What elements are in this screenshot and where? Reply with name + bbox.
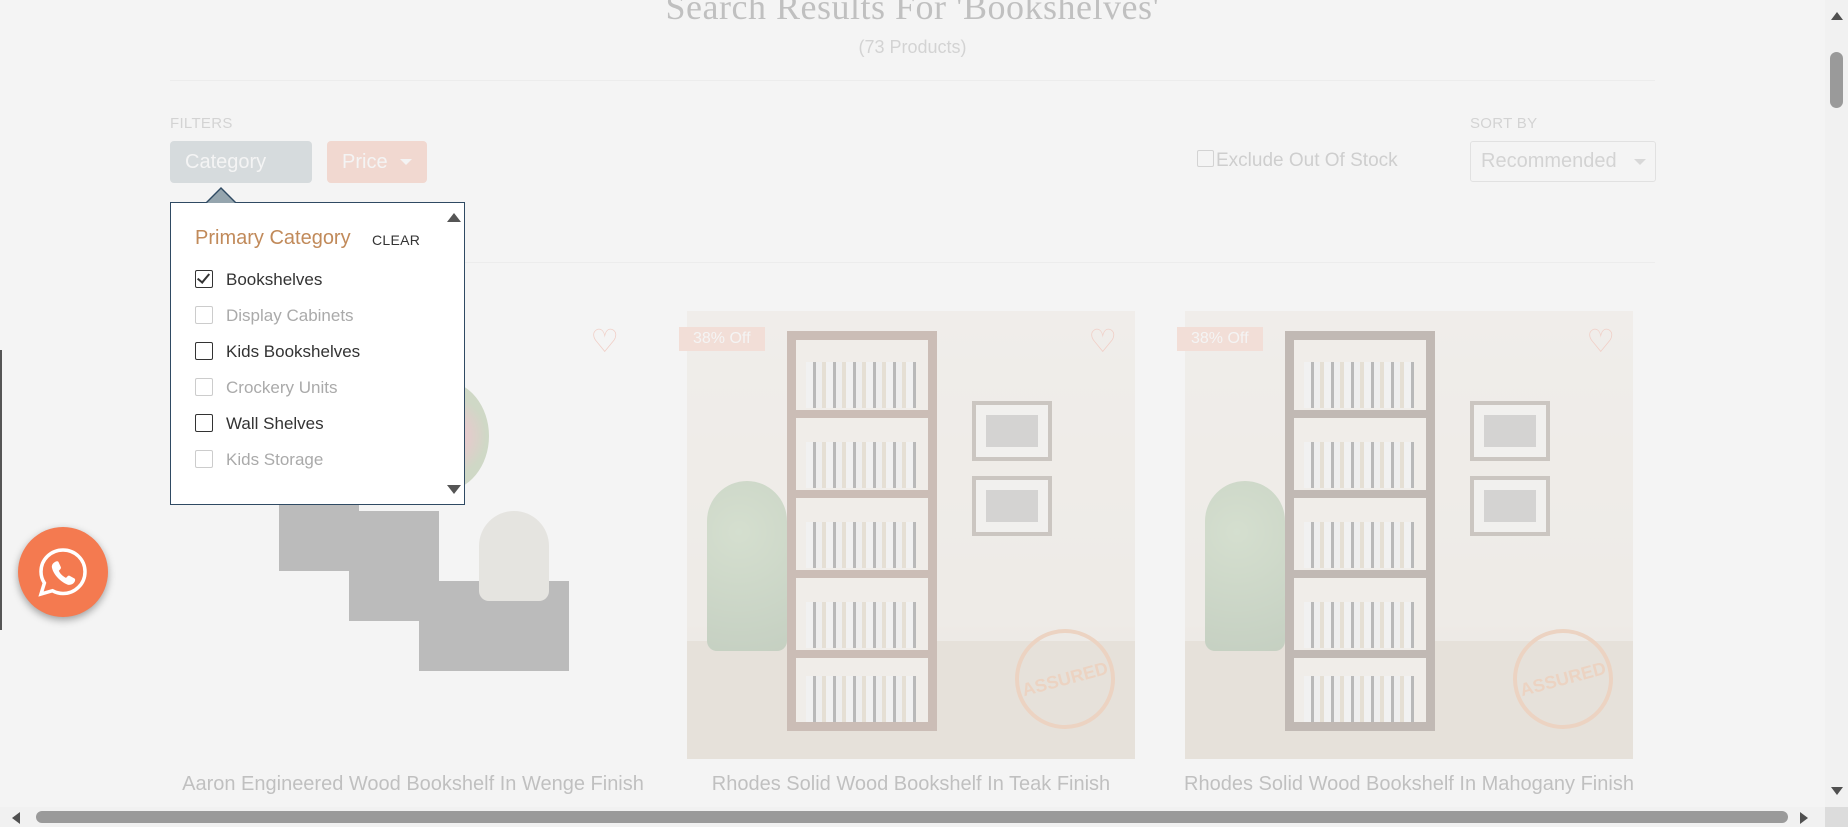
filters-label: FILTERS: [170, 115, 233, 132]
checkbox: [195, 378, 213, 396]
divider: [170, 80, 1655, 81]
popup-heading: Primary Category: [195, 227, 351, 249]
wishlist-heart-icon[interactable]: ♡: [1088, 325, 1117, 357]
product-count: (73 Products): [858, 37, 967, 57]
product-image[interactable]: ASSURED: [687, 311, 1135, 759]
discount-badge: 38% Off: [679, 327, 765, 351]
scroll-up-arrow-icon[interactable]: [1831, 12, 1843, 20]
whatsapp-chat-button[interactable]: [18, 527, 108, 617]
checkbox: [195, 306, 213, 324]
horizontal-scrollbar[interactable]: [0, 807, 1848, 827]
chevron-down-icon: [1634, 159, 1646, 165]
popup-arrow-inner: [207, 189, 235, 203]
clear-button[interactable]: CLEAR: [372, 232, 420, 248]
exclude-out-of-stock[interactable]: Exclude Out Of Stock: [1197, 150, 1398, 172]
option-label: Crockery Units: [226, 378, 338, 397]
sort-select[interactable]: Recommended: [1470, 141, 1656, 182]
product-name[interactable]: Rhodes Solid Wood Bookshelf In Mahogany …: [1165, 771, 1653, 797]
checkbox[interactable]: [195, 270, 213, 288]
product-card[interactable]: ASSURED 38% Off ♡ Rhodes Solid Wood Book…: [1177, 311, 1634, 795]
wishlist-heart-icon[interactable]: ♡: [590, 325, 619, 357]
checkbox: [195, 450, 213, 468]
option-label: Wall Shelves: [226, 414, 324, 433]
product-name[interactable]: Rhodes Solid Wood Bookshelf In Teak Fini…: [667, 771, 1155, 797]
buddha-decor: [479, 511, 549, 601]
discount-badge: 38% Off: [1177, 327, 1263, 351]
exclude-checkbox[interactable]: [1197, 150, 1214, 167]
page-title: Search Results For 'Bookshelves': [665, 0, 1160, 27]
wishlist-heart-icon[interactable]: ♡: [1586, 325, 1615, 357]
scrollbar-thumb[interactable]: [1830, 52, 1843, 108]
checkbox[interactable]: [195, 342, 213, 360]
category-popup: Primary Category CLEAR Bookshelves Displ…: [170, 202, 465, 505]
option-label: Kids Storage: [226, 450, 324, 469]
exclude-label: Exclude Out Of Stock: [1216, 150, 1398, 171]
scroll-right-arrow-icon[interactable]: [1800, 812, 1808, 824]
page: Search Results For 'Bookshelves' (73 Pro…: [0, 0, 1848, 827]
scroll-up-arrow-icon[interactable]: [447, 213, 461, 222]
scrollbar-thumb[interactable]: [36, 811, 1788, 823]
scroll-down-arrow-icon[interactable]: [1831, 787, 1843, 795]
side-tab[interactable]: [0, 350, 2, 630]
option-label: Display Cabinets: [226, 306, 354, 325]
vertical-scrollbar[interactable]: [1825, 0, 1848, 807]
sort-value: Recommended: [1481, 150, 1617, 172]
scrollbar-corner: [1825, 807, 1848, 827]
checkbox[interactable]: [195, 414, 213, 432]
option-label: Bookshelves: [226, 270, 323, 289]
product-image[interactable]: ASSURED: [1185, 311, 1633, 759]
scroll-down-arrow-icon[interactable]: [447, 485, 461, 494]
product-card[interactable]: ASSURED 38% Off ♡ Rhodes Solid Wood Book…: [679, 311, 1135, 795]
scroll-left-arrow-icon[interactable]: [12, 812, 20, 824]
whatsapp-icon: [38, 548, 87, 597]
category-filter-label: Category: [185, 151, 267, 173]
price-filter-button[interactable]: Price: [327, 141, 427, 183]
chevron-down-icon: [399, 159, 412, 165]
option-label: Kids Bookshelves: [226, 342, 361, 361]
price-filter-label: Price: [342, 151, 388, 173]
category-filter-button[interactable]: Category: [170, 141, 312, 183]
sort-label: SORT BY: [1470, 115, 1538, 132]
product-name[interactable]: Aaron Engineered Wood Bookshelf In Wenge…: [169, 771, 657, 797]
